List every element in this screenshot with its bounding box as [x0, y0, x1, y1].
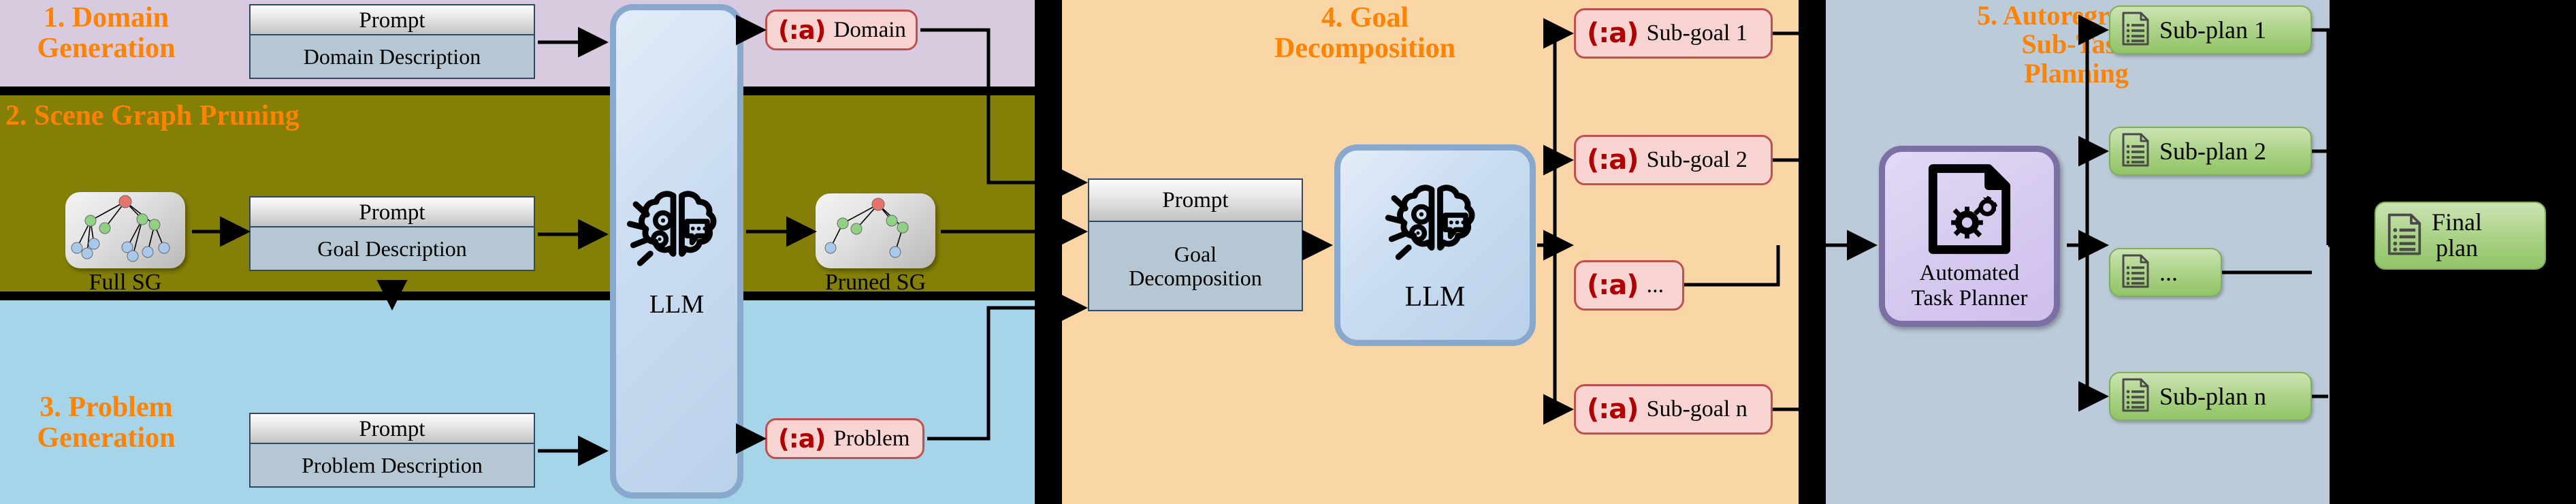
planner-label: Automated Task Planner: [1911, 261, 2028, 311]
subplan-label: Sub-plan 1: [2159, 16, 2266, 44]
subgoal-chip[interactable]: (:a) Sub-goal 2: [1574, 135, 1773, 185]
subgoal-label: Sub-goal n: [1646, 396, 1748, 422]
subplan-label: ...: [2159, 259, 2178, 286]
subplan-chip[interactable]: ...: [2109, 248, 2222, 297]
prompt-card-problem[interactable]: Prompt Problem Description: [249, 413, 535, 488]
prompt-card-domain[interactable]: Prompt Domain Description: [249, 4, 535, 79]
llm-label: LLM: [649, 289, 705, 319]
subplan-chip[interactable]: Sub-plan n: [2109, 372, 2312, 421]
subgoal-label: ...: [1646, 272, 1664, 298]
section-title-scene-graph-pruning: 2. Scene Graph Pruning: [5, 100, 300, 131]
final-plan-chip[interactable]: Final plan: [2374, 202, 2546, 270]
section-title-goal-decomposition: 4. Goal Decomposition: [1274, 2, 1455, 64]
brain-icon: [1381, 178, 1490, 283]
document-list-icon: [2121, 12, 2150, 49]
prompt-body: Goal Decomposition: [1089, 222, 1302, 310]
pddl-token-icon: (:a): [778, 15, 826, 45]
chip-label: Domain: [833, 17, 906, 42]
section-title-domain-generation: 1. Domain Generation: [37, 2, 176, 64]
subplan-label: Sub-plan 2: [2159, 138, 2266, 165]
output-chip-problem[interactable]: (:a) Problem: [765, 418, 924, 459]
subgoal-label: Sub-goal 1: [1646, 20, 1748, 46]
subplan-chip[interactable]: Sub-plan 1: [2109, 5, 2312, 54]
pddl-token-icon: (:a): [778, 424, 826, 454]
subgoal-label: Sub-goal 2: [1646, 147, 1748, 172]
subgoal-chip[interactable]: (:a) ...: [1574, 260, 1684, 311]
section-title-problem-generation: 3. Problem Generation: [37, 392, 176, 454]
brain-icon: [626, 184, 728, 289]
scene-graph-pruned-thumbnail[interactable]: [816, 193, 935, 268]
chip-label: Problem: [833, 426, 910, 451]
panel-stages-1-3: 1. Domain Generation 2. Scene Graph Prun…: [0, 0, 1035, 504]
scene-graph-pruned-caption: Pruned SG: [824, 270, 927, 295]
pddl-token-icon: (:a): [1587, 144, 1639, 176]
document-list-icon: [2121, 378, 2150, 415]
pddl-token-icon: (:a): [1587, 18, 1639, 49]
subgoal-chip[interactable]: (:a) Sub-goal n: [1574, 384, 1773, 435]
pddl-token-icon: (:a): [1587, 270, 1639, 301]
subplan-label: Sub-plan n: [2159, 383, 2266, 410]
subgoal-chip[interactable]: (:a) Sub-goal 1: [1574, 8, 1773, 59]
prompt-body: Goal Description: [251, 227, 534, 270]
llm-label: LLM: [1404, 281, 1466, 313]
final-plan-label: Final plan: [2432, 208, 2483, 262]
document-list-icon: [2387, 213, 2422, 259]
automated-task-planner-box[interactable]: Automated Task Planner: [1879, 146, 2060, 327]
pddl-token-icon: (:a): [1587, 394, 1639, 425]
prompt-header: Prompt: [251, 198, 534, 227]
subplan-chip[interactable]: Sub-plan 2: [2109, 127, 2312, 176]
llm-box-goal-decomposition[interactable]: LLM: [1334, 144, 1536, 346]
prompt-header: Prompt: [251, 5, 534, 35]
scene-graph-full-caption: Full SG: [88, 270, 162, 295]
prompt-card-goal-decomposition[interactable]: Prompt Goal Decomposition: [1088, 178, 1303, 311]
prompt-header: Prompt: [251, 414, 534, 444]
document-list-icon: [2121, 133, 2150, 170]
scene-graph-full-thumbnail[interactable]: [65, 192, 185, 268]
document-gears-icon: [1922, 162, 2017, 259]
prompt-body: Domain Description: [251, 35, 534, 78]
prompt-body: Problem Description: [251, 444, 534, 486]
output-chip-domain[interactable]: (:a) Domain: [765, 10, 918, 50]
prompt-card-goal-description[interactable]: Prompt Goal Description: [249, 196, 535, 271]
prompt-header: Prompt: [1089, 180, 1302, 222]
document-list-icon: [2121, 254, 2150, 292]
llm-box-main[interactable]: LLM: [610, 4, 743, 499]
